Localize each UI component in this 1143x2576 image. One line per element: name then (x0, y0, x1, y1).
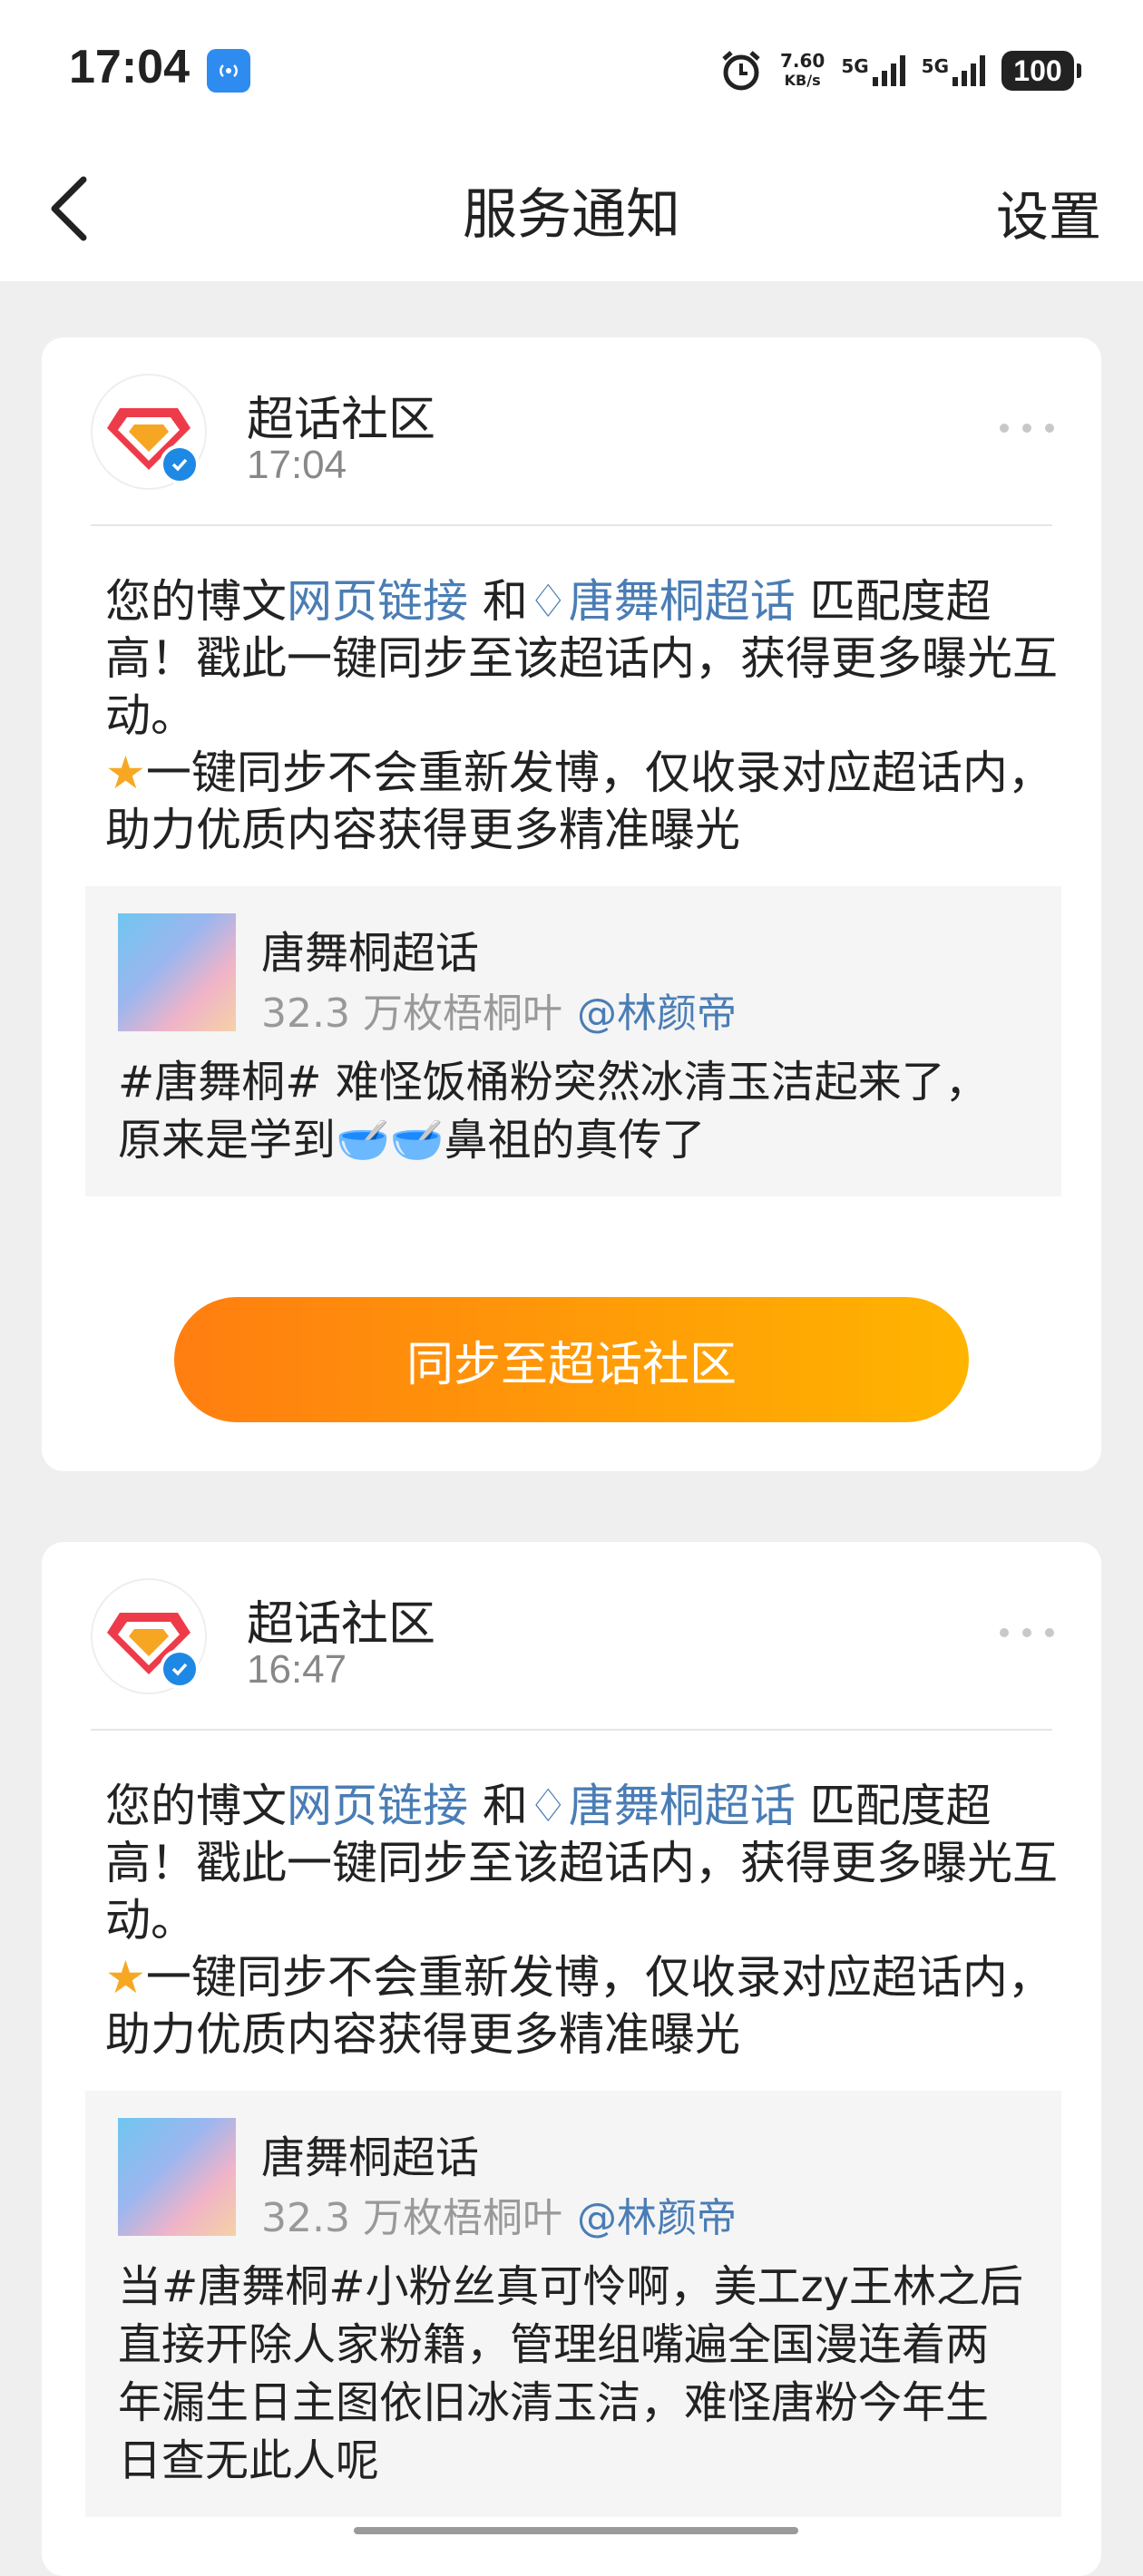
message-time: 17:04 (247, 443, 347, 487)
alarm-icon (722, 51, 760, 91)
settings-button[interactable]: 设置 (996, 174, 1101, 250)
quoted-post-header: 唐舞桐超话 32.3 万枚梧桐叶 @林颜帝 (118, 2118, 1029, 2249)
message-mid: 和 (468, 575, 528, 628)
card-header: 超话社区 17:04 (42, 337, 1101, 526)
verified-badge-icon (160, 1649, 200, 1689)
message-body: 您的博文网页链接 和♢唐舞桐超话 匹配度超高！戳此一键同步至该超话内，获得更多曝… (42, 1731, 1101, 2064)
message-time: 16:47 (247, 1647, 347, 1692)
post-thumbnail (118, 2118, 236, 2236)
quoted-meta: 32.3 万枚梧桐叶 @林颜帝 (261, 2185, 737, 2243)
author-mention[interactable]: @林颜帝 (577, 990, 737, 1037)
home-indicator[interactable] (354, 2527, 798, 2534)
status-time: 17:04 (69, 41, 190, 93)
sender-name: 超话社区 (247, 393, 436, 447)
message-prefix: 您的博文 (105, 575, 287, 628)
message-prefix: 您的博文 (105, 1780, 287, 1832)
divider (91, 1729, 1052, 1731)
quoted-post[interactable]: 唐舞桐超话 32.3 万枚梧桐叶 @林颜帝 #唐舞桐# 难怪饭桶粉突然冰清玉洁起来… (85, 886, 1061, 1196)
quoted-topic-name: 唐舞桐超话 (261, 2132, 480, 2183)
net-type-1: 5G (841, 55, 869, 77)
battery-indicator: 100 (1001, 51, 1081, 91)
message-mid: 和 (468, 1780, 528, 1832)
divider (91, 524, 1052, 526)
signal-bars-icon (952, 55, 985, 86)
diamond-icon: ♢ (527, 575, 569, 628)
nav-bar: 服务通知 设置 (0, 136, 1143, 281)
diamond-icon: ♢ (527, 1780, 569, 1832)
notification-card: 超话社区 17:04 您的博文网页链接 和♢唐舞桐超话 匹配度超高！戳此一键同步… (42, 337, 1101, 1471)
quoted-post-header: 唐舞桐超话 32.3 万枚梧桐叶 @林颜帝 (118, 913, 1029, 1044)
quoted-text: 当#唐舞桐#小粉丝真可怜啊，美工zy王林之后直接开除人家粉籍，管理组嘴遍全国漫连… (118, 2261, 1024, 2486)
status-right: 7.60 KB/s 5G 5G 100 (718, 44, 1081, 98)
message-note: 一键同步不会重新发博，仅收录对应超话内，助力优质内容获得更多精准曝光 (105, 746, 1053, 856)
network-speed: 7.60 KB/s (780, 51, 825, 91)
net-type-2: 5G (921, 55, 949, 77)
star-icon: ★ (105, 1951, 146, 2004)
signal-2: 5G (922, 55, 985, 86)
card-header: 超话社区 16:47 (42, 1542, 1101, 1731)
status-bar: 17:04 7.60 KB/s 5G 5G 100 (0, 0, 1143, 136)
quoted-meta: 32.3 万枚梧桐叶 @林颜帝 (261, 981, 737, 1039)
speed-value: 7.60 (779, 50, 826, 72)
sender-name: 超话社区 (247, 1597, 436, 1652)
signal-1: 5G (841, 55, 905, 86)
quoted-leaf-count: 32.3 万枚梧桐叶 (261, 2195, 562, 2241)
quoted-post[interactable]: 唐舞桐超话 32.3 万枚梧桐叶 @林颜帝 当#唐舞桐#小粉丝真可怜啊，美工zy王… (85, 2091, 1061, 2517)
more-options-button[interactable] (1000, 419, 1054, 437)
message-note: 一键同步不会重新发博，仅收录对应超话内，助力优质内容获得更多精准曝光 (105, 1951, 1053, 2061)
hotspot-app-icon (207, 49, 250, 93)
notification-card: 超话社区 16:47 您的博文网页链接 和♢唐舞桐超话 匹配度超高！戳此一键同步… (42, 1542, 1101, 2576)
message-body: 您的博文网页链接 和♢唐舞桐超话 匹配度超高！戳此一键同步至该超话内，获得更多曝… (42, 526, 1101, 859)
sync-to-super-topic-button[interactable]: 同步至超话社区 (174, 1297, 969, 1422)
verified-badge-icon (160, 444, 200, 484)
speed-unit: KB/s (784, 72, 821, 89)
page-title: 服务通知 (463, 183, 680, 247)
super-topic-link[interactable]: 唐舞桐超话 (569, 575, 796, 628)
star-icon: ★ (105, 746, 146, 799)
post-thumbnail (118, 913, 236, 1031)
quoted-topic-name: 唐舞桐超话 (261, 928, 480, 979)
quoted-leaf-count: 32.3 万枚梧桐叶 (261, 990, 562, 1037)
web-link[interactable]: 网页链接 (287, 575, 468, 628)
author-mention[interactable]: @林颜帝 (577, 2195, 737, 2241)
more-options-button[interactable] (1000, 1624, 1054, 1642)
signal-bars-icon (872, 55, 905, 86)
quoted-text: #唐舞桐# 难怪饭桶粉突然冰清玉洁起来了，原来是学到🥣🥣鼻祖的真传了 (118, 1057, 989, 1166)
web-link[interactable]: 网页链接 (287, 1780, 468, 1832)
super-topic-link[interactable]: 唐舞桐超话 (569, 1780, 796, 1832)
